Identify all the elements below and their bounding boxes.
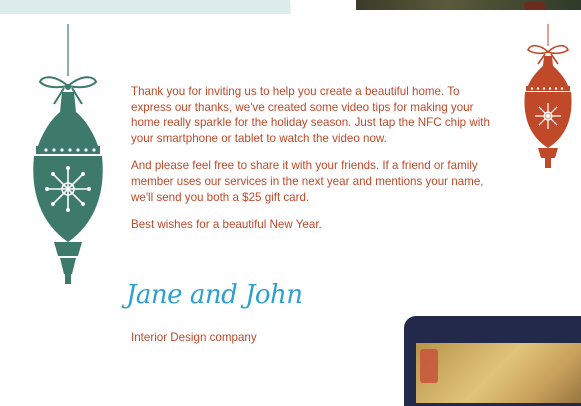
christmas-ornament-icon <box>524 24 572 168</box>
background-photo <box>356 0 581 10</box>
signature: Jane and John <box>126 280 303 310</box>
screen-detail <box>420 349 438 383</box>
letter-body: Thank you for inviting us to help you cr… <box>131 84 503 245</box>
photo-detail <box>524 2 546 10</box>
letter-paragraph-2: And please feel free to share it with yo… <box>131 159 484 204</box>
letter-paragraph-1: Thank you for inviting us to help you cr… <box>131 85 490 145</box>
christmas-ornament-icon <box>33 24 103 284</box>
tablet-device <box>404 316 581 406</box>
tablet-screen <box>416 343 581 403</box>
letter-closing: Best wishes for a beautiful New Year. <box>131 218 322 232</box>
company-name: Interior Design company <box>131 331 257 344</box>
